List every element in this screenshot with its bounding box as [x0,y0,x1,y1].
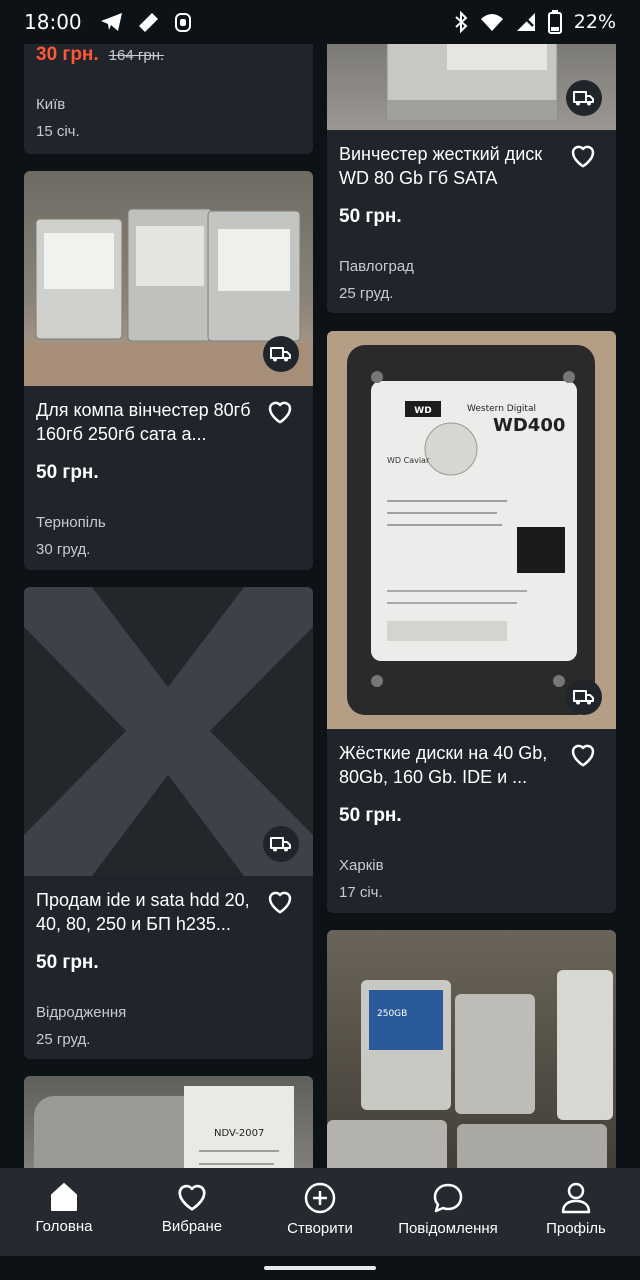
delivery-badge [566,679,602,715]
telegram-icon [100,13,122,31]
tab-messages[interactable]: Повідомлення [384,1168,512,1256]
listing-card[interactable]: Винчестер жесткий диск WD 80 Gb Гб SATA … [327,0,616,313]
rocket-icon [138,13,158,32]
listing-photo[interactable]: WD Western Digital WD400 WD Caviar [327,331,616,729]
listing-title[interactable]: Винчестер жесткий диск WD 80 Gb Гб SATA [339,142,559,190]
drive-label-text: NDV-2007 [214,1128,264,1139]
tab-home[interactable]: Головна [0,1168,128,1256]
truck-icon [270,347,291,362]
tab-messages-label: Повідомлення [398,1220,498,1237]
brand-label: Western Digital [467,404,536,414]
tab-favorites-label: Вибране [161,1218,223,1235]
tab-create[interactable]: Створити [256,1168,384,1256]
discount-price: 30 грн. [36,44,99,65]
listing-date: 30 груд. [36,541,91,558]
profile-icon [561,1182,591,1214]
listing-title[interactable]: Продам ide и sata hdd 20, 40, 80, 250 и … [36,888,256,936]
heart-icon [178,1184,206,1211]
listing-price: 50 грн. [339,206,402,227]
tab-profile-label: Профіль [546,1220,606,1237]
svg-text:WD: WD [414,406,431,416]
app-icon [174,13,191,32]
favorite-heart-icon[interactable] [568,739,598,769]
hdd-photo: NDV-2007 [34,1086,294,1168]
tab-profile[interactable]: Профіль [512,1168,640,1256]
status-bar: 18:00 22% [0,0,640,44]
signal-icon [516,13,535,31]
listing-price: 50 грн. [339,805,402,826]
bottom-tab-bar: Головна Вибране Створити Повідомлення Пр… [0,1168,640,1256]
listing-card[interactable]: Продам ide и sata hdd 20, 40, 80, 250 и … [24,587,313,1059]
listing-date: 17 січ. [339,884,383,901]
listings-feed[interactable]: 30 грн. 164 грн. Київ 15 січ. Винчестер … [0,0,640,1168]
system-nav-bar [0,1256,640,1280]
tab-favorites[interactable]: Вибране [128,1168,256,1256]
photo-placeholder[interactable] [24,587,313,876]
favorite-heart-icon[interactable] [265,886,295,916]
home-gesture-handle[interactable] [264,1266,376,1270]
listing-card[interactable]: WD Western Digital WD400 WD Caviar Жёстк… [327,331,616,913]
listing-city: Київ [36,96,66,113]
listing-date: 25 груд. [339,285,394,302]
truck-icon [270,837,291,852]
listing-city: Харків [339,857,384,874]
model-label: WD400 [493,415,565,436]
home-icon [51,1183,77,1211]
bluetooth-icon [455,11,468,33]
listing-photo[interactable] [24,171,313,386]
listing-card[interactable]: NDV-2007 [24,1076,313,1168]
listing-city: Відродження [36,1004,127,1021]
drive-label-text: 250GB [377,1009,407,1019]
battery-icon [547,10,562,34]
listing-photo[interactable]: NDV-2007 [24,1076,313,1168]
wifi-icon [480,14,503,31]
hdd-photo: WD Western Digital WD400 WD Caviar [347,345,595,715]
listing-date: 25 груд. [36,1031,91,1048]
listing-date: 15 січ. [36,123,80,140]
listing-photo[interactable]: 250GB [327,930,616,1168]
listing-price: 50 грн. [36,462,99,483]
battery-percent: 22% [573,11,616,33]
tab-create-label: Створити [287,1220,353,1237]
listing-card[interactable]: Для компа вінчестер 80гб 160гб 250гб сат… [24,171,313,570]
listing-city: Павлоград [339,258,414,275]
chat-bubble-icon [433,1183,463,1213]
listing-city: Тернопіль [36,514,106,531]
listing-title[interactable]: Жёсткие диски на 40 Gb, 80Gb, 160 Gb. ID… [339,741,559,789]
plus-circle-icon [304,1182,336,1214]
old-price: 164 грн. [108,47,165,64]
favorite-heart-icon[interactable] [568,140,598,170]
listing-card[interactable]: 250GB [327,930,616,1168]
delivery-badge [566,80,602,116]
favorite-heart-icon[interactable] [265,396,295,426]
truck-icon [573,91,594,106]
series-label: WD Caviar [387,456,430,465]
status-time: 18:00 [24,10,82,34]
tab-home-label: Головна [35,1218,93,1235]
delivery-badge [263,826,299,862]
hdd-photo: 250GB [327,970,613,1168]
truck-icon [573,690,594,705]
listing-price: 50 грн. [36,952,99,973]
delivery-badge [263,336,299,372]
listing-title[interactable]: Для компа вінчестер 80гб 160гб 250гб сат… [36,398,256,446]
